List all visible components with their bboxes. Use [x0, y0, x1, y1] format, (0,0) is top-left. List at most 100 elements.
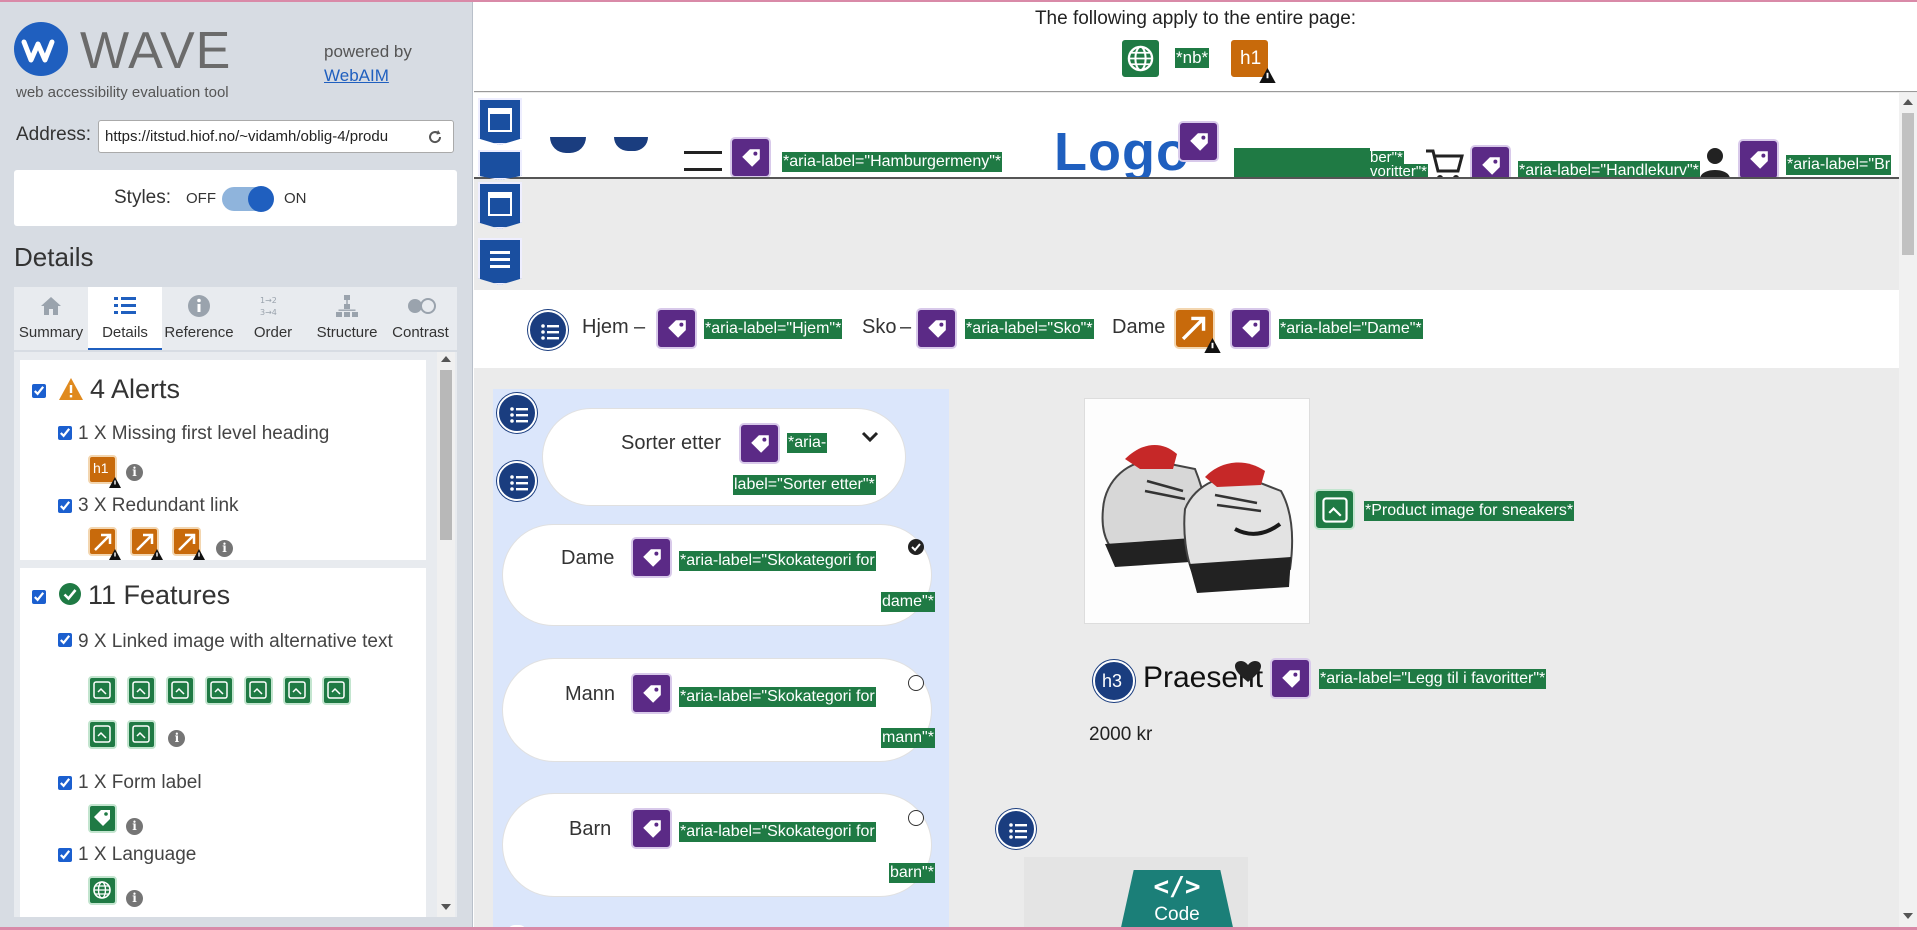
- product-image[interactable]: [1084, 398, 1310, 624]
- language-badge: *nb*: [1175, 48, 1210, 68]
- scroll-up-arrow[interactable]: [1903, 99, 1913, 105]
- redundant-link-icon[interactable]: [88, 527, 121, 560]
- breadcrumb-sko[interactable]: Sko: [862, 316, 896, 339]
- alerts-panel: 4 Alerts 1 X Missing first level heading…: [20, 360, 426, 560]
- scroll-up-arrow[interactable]: [441, 356, 451, 362]
- radio-unchecked-icon[interactable]: [908, 810, 924, 826]
- tab-details[interactable]: Details: [88, 287, 162, 350]
- feature-language-label: 1 X Language: [78, 844, 197, 865]
- favorite-aria-label: *aria-label="Legg til i favoritter"*: [1319, 669, 1547, 689]
- webaim-link[interactable]: WebAIM: [324, 66, 389, 85]
- info-icon[interactable]: i: [216, 540, 233, 557]
- tab-structure-label: Structure: [316, 324, 378, 341]
- missing-h1-icon[interactable]: h1: [1229, 38, 1276, 83]
- styles-on-label: ON: [284, 190, 307, 207]
- radio-checked-icon[interactable]: [908, 539, 924, 555]
- linked-image-icon[interactable]: [166, 676, 195, 705]
- linked-image-icon[interactable]: [322, 676, 351, 705]
- feature-language-checkbox[interactable]: [58, 848, 72, 862]
- alert-redundant-link-checkbox[interactable]: [58, 499, 72, 513]
- list-icon[interactable]: [996, 809, 1036, 849]
- code-toggle-button[interactable]: </> Code: [1120, 870, 1234, 927]
- aria-tag-icon[interactable]: [1270, 658, 1311, 699]
- alert-missing-h1-checkbox[interactable]: [58, 426, 72, 440]
- aria-tag-icon[interactable]: [1178, 121, 1219, 162]
- features-checkbox[interactable]: [32, 590, 46, 604]
- linked-image-icon[interactable]: [127, 676, 156, 705]
- hamburger-icon[interactable]: [684, 151, 722, 171]
- page-scrollbar[interactable]: [1899, 93, 1917, 927]
- list-icon[interactable]: [497, 461, 537, 501]
- redundant-link-icon[interactable]: [130, 527, 163, 560]
- aria-tag-icon[interactable]: [631, 808, 672, 849]
- site-logo[interactable]: Logo: [1054, 121, 1190, 177]
- feature-form-label-checkbox[interactable]: [58, 776, 72, 790]
- list-icon: [114, 297, 136, 314]
- aria-tag-icon[interactable]: [631, 673, 672, 714]
- language-globe-icon[interactable]: [88, 876, 117, 905]
- redundant-link-icon[interactable]: [1174, 308, 1221, 353]
- heart-icon[interactable]: [1234, 660, 1262, 684]
- aria-tag-icon[interactable]: [1470, 145, 1511, 177]
- info-icon[interactable]: i: [126, 464, 143, 481]
- aria-tag-icon[interactable]: [631, 537, 672, 578]
- info-icon[interactable]: i: [126, 890, 143, 907]
- details-heading: Details: [14, 242, 94, 272]
- breadcrumb-dame[interactable]: Dame: [1112, 316, 1165, 339]
- aria-tag-icon[interactable]: [1738, 139, 1779, 177]
- tab-contrast-label: Contrast: [392, 324, 449, 341]
- aria-tag-icon[interactable]: [1230, 308, 1271, 349]
- breadcrumb-hjem[interactable]: Hjem: [582, 316, 629, 339]
- form-label-icon[interactable]: [88, 804, 117, 833]
- chevron-down-icon[interactable]: [861, 431, 879, 443]
- aria-tag-icon[interactable]: [739, 423, 780, 464]
- scroll-down-arrow[interactable]: [1903, 913, 1913, 919]
- linked-image-icon[interactable]: [127, 720, 156, 749]
- sort-select[interactable]: Sorter etter *aria- label="Sorter etter"…: [543, 409, 905, 505]
- category-option-dame[interactable]: Dame *aria-label="Skokategori for dame"*: [503, 525, 935, 625]
- language-globe-icon[interactable]: [1120, 38, 1161, 79]
- details-scrollbar[interactable]: [437, 352, 455, 917]
- reload-icon[interactable]: [426, 128, 444, 146]
- linked-image-icon[interactable]: [88, 676, 117, 705]
- styles-toggle[interactable]: [222, 186, 274, 212]
- tab-order[interactable]: 1→2 3→4 Order: [236, 287, 310, 350]
- linked-image-icon[interactable]: [283, 676, 312, 705]
- handlekurv-aria-label: *aria-label="Handlekurv"*: [1518, 161, 1700, 179]
- category-option-mann[interactable]: Mann *aria-label="Skokategori for mann"*: [503, 659, 935, 761]
- warning-icon: [109, 477, 121, 488]
- product-image-alt: *Product image for sneakers*: [1364, 501, 1575, 521]
- list-structure-icon[interactable]: [478, 238, 522, 285]
- redundant-link-icon[interactable]: [172, 527, 205, 560]
- linked-image-icon[interactable]: [88, 720, 117, 749]
- user-icon[interactable]: [1698, 145, 1732, 179]
- h3-heading-icon[interactable]: h3: [1093, 660, 1135, 702]
- scroll-thumb[interactable]: [440, 370, 452, 540]
- region-structure-icon[interactable]: [478, 182, 522, 229]
- category-option-barn[interactable]: Barn *aria-label="Skokategori for barn"*: [503, 794, 935, 896]
- alerts-checkbox[interactable]: [32, 384, 46, 398]
- aria-tag-icon[interactable]: [656, 308, 697, 349]
- linked-image-icon[interactable]: [1314, 489, 1355, 530]
- tab-structure[interactable]: Structure: [310, 287, 384, 350]
- linked-image-icon[interactable]: [244, 676, 273, 705]
- h1-alert-icon[interactable]: h1: [88, 455, 121, 488]
- list-structure-icon[interactable]: [478, 150, 522, 180]
- cart-icon[interactable]: [1424, 147, 1464, 179]
- radio-unchecked-icon[interactable]: [908, 675, 924, 691]
- list-icon[interactable]: [497, 393, 537, 433]
- list-icon[interactable]: [528, 310, 568, 350]
- scroll-down-arrow[interactable]: [441, 904, 451, 910]
- tab-contrast[interactable]: Contrast: [384, 287, 457, 350]
- aria-tag-icon[interactable]: [916, 308, 957, 349]
- address-bar: Address:: [16, 120, 456, 154]
- aria-tag-icon[interactable]: [730, 137, 771, 177]
- info-icon[interactable]: i: [126, 818, 143, 835]
- scroll-thumb[interactable]: [1902, 113, 1914, 255]
- address-input[interactable]: [98, 120, 454, 153]
- region-structure-icon[interactable]: [478, 98, 522, 145]
- linked-image-icon[interactable]: [205, 676, 234, 705]
- tab-reference[interactable]: Reference: [162, 287, 236, 350]
- info-icon[interactable]: i: [168, 730, 186, 747]
- tab-summary[interactable]: Summary: [14, 287, 88, 350]
